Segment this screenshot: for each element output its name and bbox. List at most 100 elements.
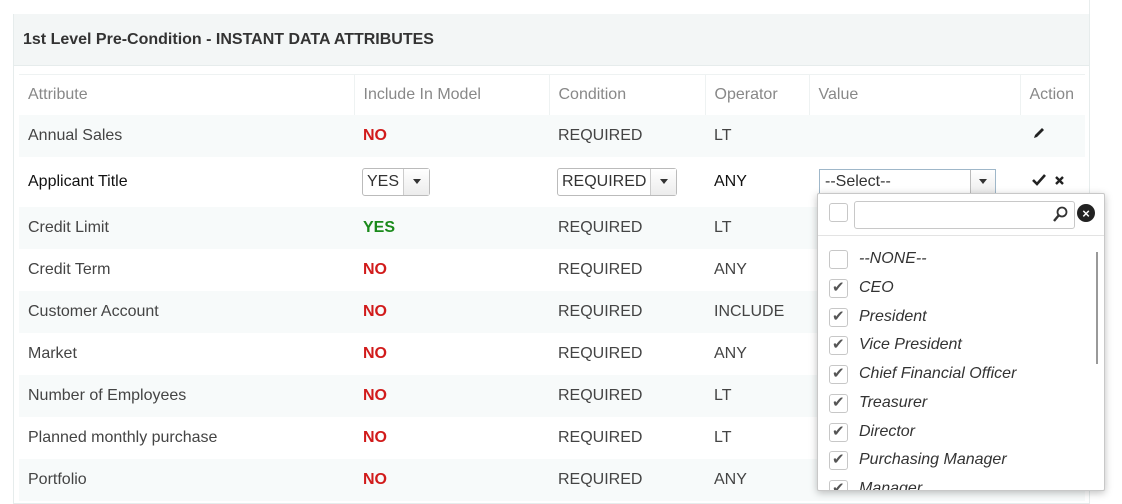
dropdown-options-list: --NONE-- ✔ CEO ✔ President ✔ Vice Presid… bbox=[818, 246, 1104, 491]
dropdown-option[interactable]: ✔ Treasurer bbox=[818, 390, 1096, 418]
option-label: Chief Financial Officer bbox=[859, 365, 1017, 382]
option-label: Treasurer bbox=[859, 394, 928, 411]
operator-cell: LT bbox=[705, 374, 809, 417]
condition-select-value: REQUIRED bbox=[562, 172, 647, 190]
option-checkbox[interactable]: ✔ bbox=[829, 365, 848, 384]
include-cell: YES bbox=[354, 156, 549, 207]
include-cell: NO bbox=[354, 290, 549, 333]
attribute-cell: Annual Sales bbox=[19, 114, 354, 157]
option-label: CEO bbox=[859, 279, 894, 296]
condition-select[interactable]: REQUIRED bbox=[557, 167, 678, 196]
option-label: --NONE-- bbox=[859, 250, 927, 267]
chevron-down-icon[interactable] bbox=[970, 169, 995, 194]
dropdown-option[interactable]: ✔ CEO bbox=[818, 275, 1096, 303]
option-label: Vice President bbox=[859, 336, 962, 353]
table-row: Annual Sales NO REQUIRED LT bbox=[19, 114, 1085, 157]
header-operator[interactable]: Operator bbox=[705, 74, 810, 115]
include-cell: YES bbox=[354, 206, 549, 249]
chevron-down-icon[interactable] bbox=[403, 168, 430, 195]
attribute-cell: Applicant Title bbox=[19, 156, 354, 207]
option-checkbox[interactable]: ✔ bbox=[829, 423, 848, 442]
option-label: Director bbox=[859, 423, 916, 440]
header-include-in-model[interactable]: Include In Model bbox=[354, 74, 550, 115]
dropdown-option[interactable]: ✔ President bbox=[818, 304, 1096, 332]
option-checkbox[interactable]: ✔ bbox=[829, 336, 848, 355]
operator-cell: ANY bbox=[705, 248, 809, 291]
operator-cell: LT bbox=[705, 416, 809, 459]
check-icon[interactable] bbox=[1032, 173, 1046, 186]
condition-cell: REQUIRED bbox=[549, 458, 705, 501]
include-cell: NO bbox=[354, 248, 549, 291]
include-select-value: YES bbox=[367, 172, 400, 190]
dropdown-option[interactable]: ✔ Chief Financial Officer bbox=[818, 361, 1096, 389]
condition-cell: REQUIRED bbox=[549, 290, 705, 333]
dropdown-option[interactable]: ✔ Manager bbox=[818, 476, 1096, 491]
value-select-text: --Select-- bbox=[825, 172, 891, 190]
operator-cell: LT bbox=[705, 206, 809, 249]
condition-cell: REQUIRED bbox=[549, 248, 705, 291]
option-checkbox[interactable]: ✔ bbox=[829, 451, 848, 470]
dropdown-search-input[interactable] bbox=[854, 201, 1075, 229]
check-icon: ✔ bbox=[832, 308, 845, 325]
value-dropdown: × --NONE-- ✔ CEO ✔ President ✔ Vice Pres… bbox=[817, 193, 1105, 491]
check-icon: ✔ bbox=[832, 451, 845, 468]
include-select[interactable]: YES bbox=[362, 167, 431, 196]
check-icon: ✔ bbox=[832, 279, 845, 296]
operator-cell: ANY bbox=[705, 332, 809, 375]
include-cell: NO bbox=[354, 416, 549, 459]
condition-cell: REQUIRED bbox=[549, 156, 705, 207]
attribute-cell: Number of Employees bbox=[19, 374, 354, 417]
dropdown-option[interactable]: ✔ Director bbox=[818, 419, 1096, 447]
attribute-cell: Credit Term bbox=[19, 248, 354, 291]
check-icon: ✔ bbox=[832, 423, 845, 440]
option-label: Manager bbox=[859, 480, 923, 491]
option-label: Purchasing Manager bbox=[859, 451, 1007, 468]
condition-cell: REQUIRED bbox=[549, 114, 705, 157]
condition-cell: REQUIRED bbox=[549, 374, 705, 417]
header-action: Action bbox=[1020, 74, 1085, 115]
dropdown-option[interactable]: --NONE-- bbox=[818, 246, 1096, 274]
check-icon: ✔ bbox=[832, 365, 845, 382]
dropdown-option[interactable]: ✔ Purchasing Manager bbox=[818, 447, 1096, 475]
option-checkbox[interactable]: ✔ bbox=[829, 480, 848, 491]
select-all-checkbox[interactable] bbox=[829, 203, 848, 222]
close-icon[interactable] bbox=[1054, 175, 1065, 186]
top-strip bbox=[0, 0, 1090, 14]
attribute-cell: Planned monthly purchase bbox=[19, 416, 354, 459]
dropdown-option[interactable]: ✔ Vice President bbox=[818, 332, 1096, 360]
action-cell bbox=[1020, 114, 1085, 157]
condition-cell: REQUIRED bbox=[549, 206, 705, 249]
operator-cell: ANY bbox=[705, 156, 809, 207]
attribute-cell: Market bbox=[19, 332, 354, 375]
check-icon: ✔ bbox=[832, 336, 845, 353]
value-cell bbox=[809, 114, 1020, 157]
include-cell: NO bbox=[354, 332, 549, 375]
value-select[interactable]: --Select-- bbox=[819, 168, 996, 195]
attribute-cell: Portfolio bbox=[19, 458, 354, 501]
attribute-cell: Customer Account bbox=[19, 290, 354, 333]
operator-cell: INCLUDE bbox=[705, 290, 809, 333]
dropdown-scrollbar[interactable] bbox=[1096, 252, 1098, 364]
check-icon: ✔ bbox=[832, 480, 845, 491]
chevron-down-icon[interactable] bbox=[650, 168, 677, 195]
header-attribute[interactable]: Attribute bbox=[19, 74, 355, 115]
header-condition[interactable]: Condition bbox=[549, 74, 706, 115]
clear-icon[interactable]: × bbox=[1077, 204, 1095, 222]
dropdown-search-bar: × bbox=[818, 194, 1104, 236]
option-checkbox[interactable]: ✔ bbox=[829, 279, 848, 298]
check-icon: ✔ bbox=[832, 394, 845, 411]
attribute-cell: Credit Limit bbox=[19, 206, 354, 249]
panel-title: 1st Level Pre-Condition - INSTANT DATA A… bbox=[14, 14, 1089, 66]
table-header-row: Attribute Include In Model Condition Ope… bbox=[19, 74, 1085, 115]
include-cell: NO bbox=[354, 114, 549, 157]
pencil-icon[interactable] bbox=[1032, 126, 1046, 140]
condition-cell: REQUIRED bbox=[549, 416, 705, 459]
header-value[interactable]: Value bbox=[809, 74, 1021, 115]
option-checkbox[interactable]: ✔ bbox=[829, 308, 848, 327]
condition-cell: REQUIRED bbox=[549, 332, 705, 375]
option-checkbox[interactable]: ✔ bbox=[829, 394, 848, 413]
include-cell: NO bbox=[354, 374, 549, 417]
option-checkbox[interactable] bbox=[829, 250, 848, 269]
option-label: President bbox=[859, 308, 927, 325]
search-icon[interactable] bbox=[1052, 206, 1068, 224]
